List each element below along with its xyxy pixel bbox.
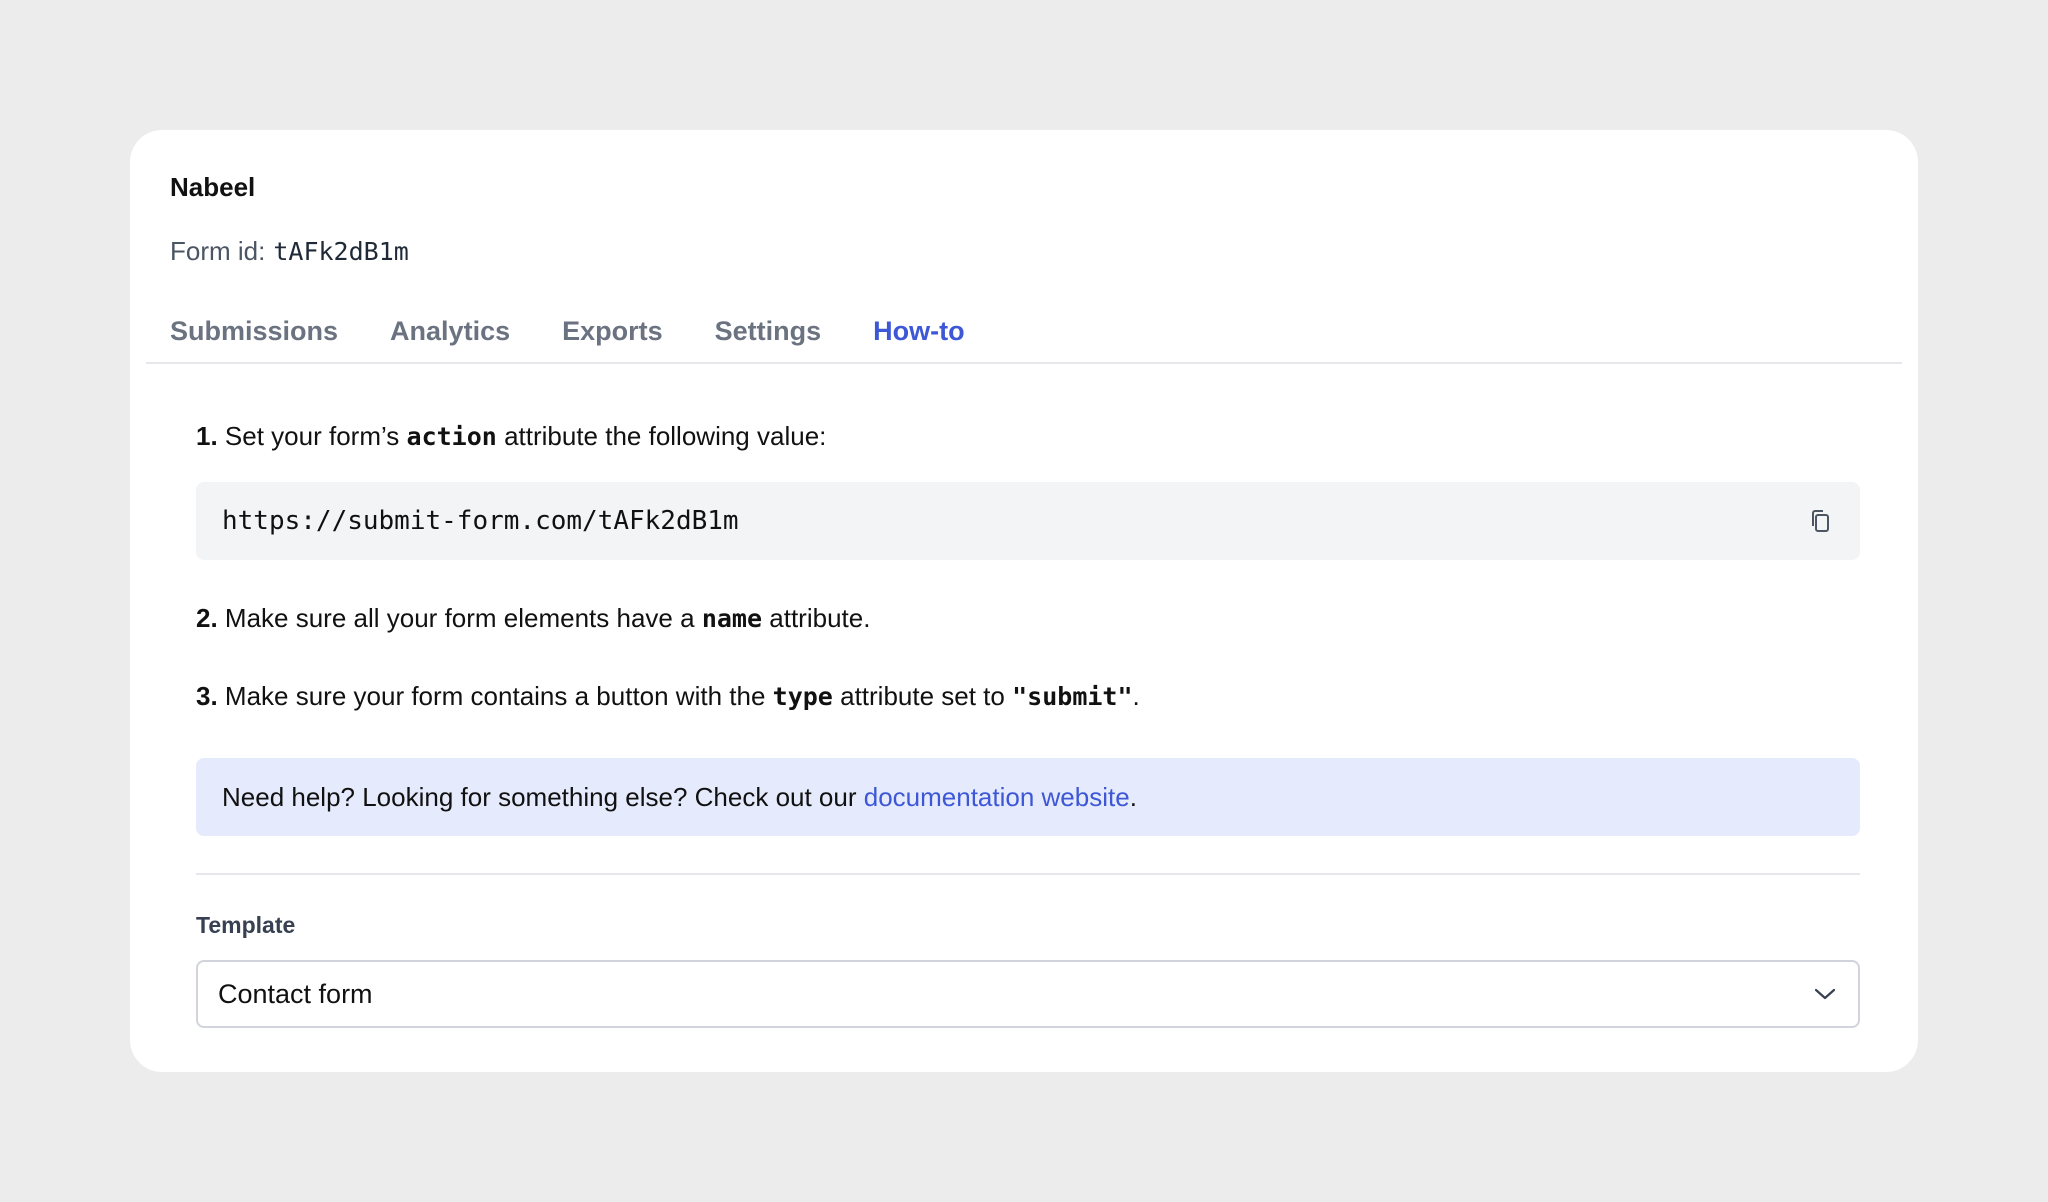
section-divider (196, 873, 1860, 875)
help-text: Need help? Looking for something else? C… (222, 782, 1137, 813)
tab-bar: Submissions Analytics Exports Settings H… (170, 316, 965, 363)
step-3-code: type (772, 682, 833, 711)
step-2-text-after: attribute. (769, 603, 871, 633)
tab-how-to[interactable]: How-to (873, 316, 964, 363)
action-url-box: https://submit-form.com/tAFk2dB1m (196, 482, 1860, 560)
step-1-text-before: Set your form’s (224, 421, 400, 451)
tabs-divider (146, 362, 1902, 364)
step-3-text-after: . (1132, 681, 1140, 711)
action-url[interactable]: https://submit-form.com/tAFk2dB1m (222, 506, 739, 536)
form-card: Nabeel Form id: tAFk2dB1m Submissions An… (130, 130, 1918, 1072)
tab-settings[interactable]: Settings (715, 316, 822, 363)
form-id-value: tAFk2dB1m (273, 237, 409, 266)
step-3-text-middle: attribute set to (840, 681, 1005, 711)
template-select[interactable]: Contact form (196, 960, 1860, 1028)
tab-analytics[interactable]: Analytics (390, 316, 510, 363)
documentation-link[interactable]: documentation website (864, 782, 1130, 812)
help-text-suffix: . (1129, 781, 1137, 812)
step-2-number: 2. (196, 603, 218, 633)
step-2-text-before: Make sure all your form elements have a (224, 603, 695, 633)
step-3-text-before: Make sure your form contains a button wi… (224, 681, 766, 711)
step-3-code-2: "submit" (1012, 682, 1133, 711)
form-name: Nabeel (170, 172, 256, 202)
chevron-down-icon (1812, 981, 1838, 1007)
step-1-number: 1. (196, 421, 218, 451)
step-3: 3. Make sure your form contains a button… (196, 680, 1140, 714)
template-select-value: Contact form (218, 978, 373, 1009)
tab-submissions[interactable]: Submissions (170, 316, 338, 363)
step-2-code: name (701, 604, 763, 633)
help-banner: Need help? Looking for something else? C… (196, 758, 1860, 836)
form-id-row: Form id: tAFk2dB1m (170, 236, 409, 267)
tab-exports[interactable]: Exports (562, 316, 663, 363)
step-1: 1. Set your form’s action attribute the … (196, 420, 826, 454)
help-text-main: Need help? Looking for something else? C… (222, 781, 857, 812)
template-label: Template (196, 912, 296, 938)
step-3-number: 3. (196, 681, 218, 711)
form-id-label: Form id: (170, 236, 266, 266)
copy-icon[interactable] (1806, 507, 1834, 535)
step-2: 2. Make sure all your form elements have… (196, 602, 870, 636)
step-1-text-after: attribute the following value: (504, 421, 827, 451)
step-1-code: action (406, 422, 497, 451)
